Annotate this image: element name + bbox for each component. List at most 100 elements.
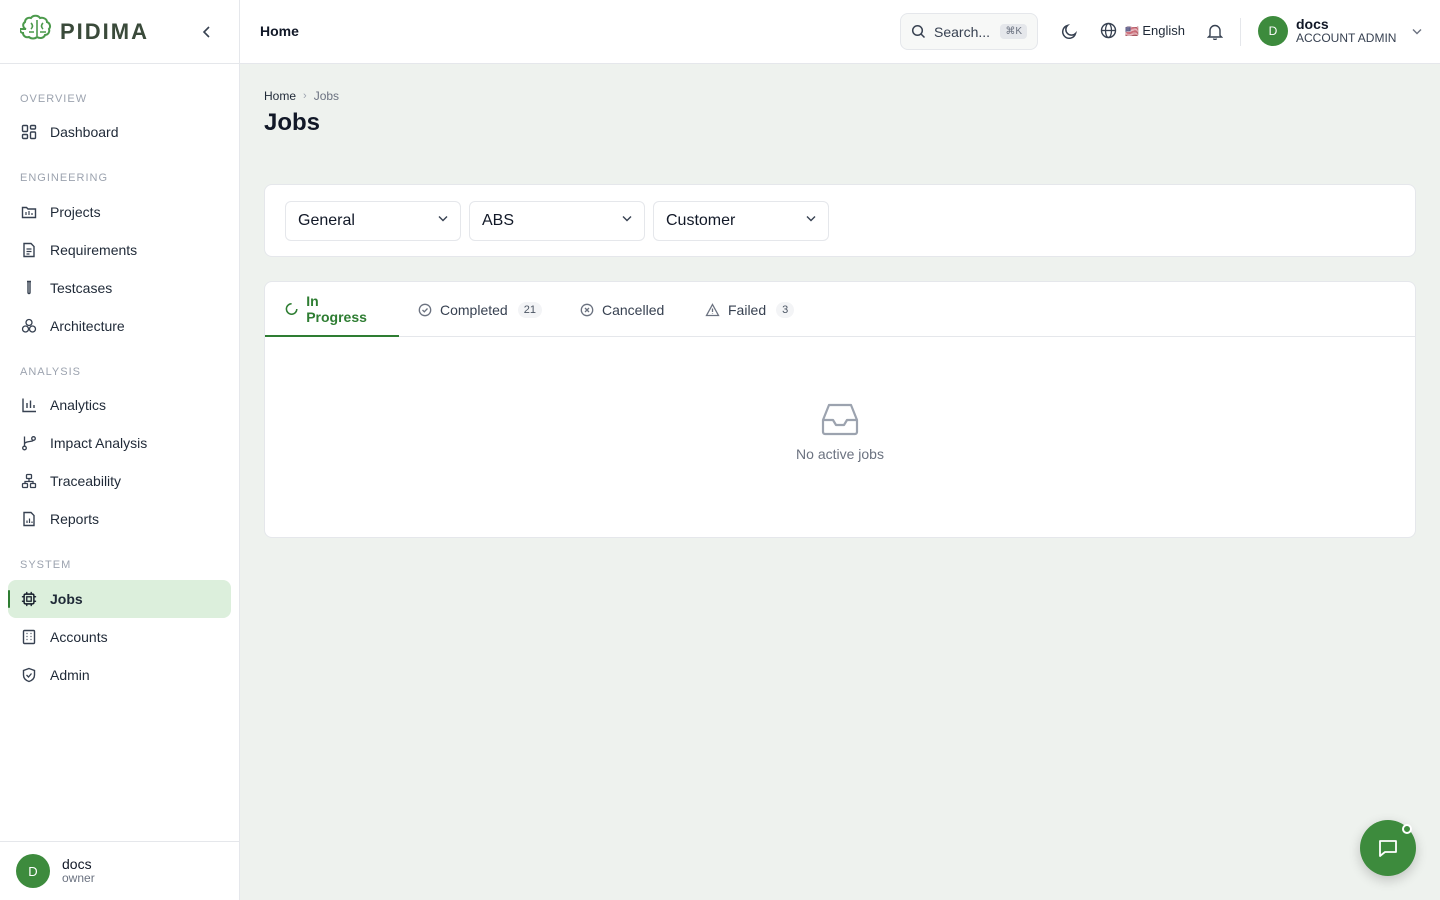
tab-completed[interactable]: Completed 21: [418, 282, 542, 337]
sidebar-item-label: Requirements: [50, 242, 138, 258]
sidebar-item-label: Dashboard: [50, 124, 119, 140]
chevron-down-icon: [438, 216, 448, 222]
sidebar-item-traceability[interactable]: Traceability: [8, 462, 231, 500]
section-system: SYSTEM: [20, 559, 72, 571]
completed-count-badge: 21: [517, 301, 542, 318]
sidebar-item-label: Analytics: [50, 397, 107, 413]
sidebar-item-projects[interactable]: Projects: [8, 193, 231, 231]
sidebar-item-requirements[interactable]: Requirements: [8, 231, 231, 269]
git-branch-icon: [21, 435, 37, 451]
check-circle-icon: [418, 303, 432, 316]
search-icon: [911, 24, 926, 39]
sidebar-user-name: docs: [62, 855, 92, 872]
select-value: Customer: [666, 212, 736, 229]
sidebar-item-architecture[interactable]: Architecture: [8, 307, 231, 345]
notifications-button[interactable]: [1206, 22, 1224, 40]
sidebar-item-accounts[interactable]: Accounts: [8, 618, 231, 656]
scope-select[interactable]: Customer: [653, 201, 829, 241]
inbox-icon: [265, 402, 1415, 436]
cpu-icon: [21, 591, 37, 607]
chevron-down-icon: [1412, 28, 1422, 34]
top-bar: Home Search... ⌘K 🇺🇸 English D docs ACCO…: [240, 0, 1440, 64]
sidebar: PIDIMA OVERVIEW Dashboard ENGINEERING Pr…: [0, 0, 240, 900]
tab-failed[interactable]: Failed 3: [705, 282, 795, 337]
brain-icon: [18, 14, 54, 49]
us-flag-icon: 🇺🇸: [1125, 26, 1139, 38]
bar-chart-icon: [21, 397, 37, 413]
sidebar-item-label: Traceability: [50, 473, 122, 489]
chat-status-dot: [1402, 824, 1412, 834]
building-icon: [21, 629, 37, 645]
language-selector[interactable]: 🇺🇸 English: [1100, 22, 1185, 39]
folder-icon: [21, 204, 37, 220]
grid-icon: [21, 124, 37, 140]
sidebar-item-analytics[interactable]: Analytics: [8, 386, 231, 424]
chat-button[interactable]: [1360, 820, 1416, 876]
sidebar-item-admin[interactable]: Admin: [8, 656, 231, 694]
logo-text: PIDIMA: [60, 18, 149, 44]
sidebar-header: PIDIMA: [0, 0, 239, 64]
avatar: D: [16, 854, 50, 888]
user-menu[interactable]: D docs ACCOUNT ADMIN: [1258, 16, 1422, 46]
category-select[interactable]: General: [285, 201, 461, 241]
breadcrumb: Home › Jobs: [264, 89, 339, 103]
empty-state-text: No active jobs: [796, 446, 884, 462]
section-analysis: ANALYSIS: [20, 366, 81, 378]
breadcrumb-home[interactable]: Home: [264, 89, 296, 103]
sidebar-item-label: Reports: [50, 511, 100, 527]
sidebar-item-label: Projects: [50, 204, 101, 220]
network-icon: [21, 473, 37, 489]
tab-label: Cancelled: [602, 301, 665, 318]
spinner-icon: [285, 302, 298, 315]
chevron-left-icon: [202, 26, 210, 38]
search-button[interactable]: Search... ⌘K: [900, 13, 1038, 50]
tab-label: Failed: [728, 301, 767, 318]
jobs-card: In Progress Completed 21 Cancelled Faile…: [264, 281, 1416, 538]
logo[interactable]: PIDIMA: [18, 14, 149, 49]
section-overview: OVERVIEW: [20, 93, 88, 105]
breadcrumb-current: Jobs: [313, 89, 340, 103]
collapse-sidebar-button[interactable]: [197, 22, 217, 42]
sidebar-item-label: Testcases: [50, 280, 113, 296]
sidebar-item-label: Jobs: [50, 591, 83, 607]
search-placeholder: Search...: [934, 23, 991, 40]
warning-icon: [705, 302, 720, 316]
sidebar-item-impact-analysis[interactable]: Impact Analysis: [8, 424, 231, 462]
sidebar-item-dashboard[interactable]: Dashboard: [8, 113, 231, 151]
page-title: Jobs: [264, 109, 321, 136]
header-divider: [1240, 18, 1241, 46]
components-icon: [21, 318, 37, 334]
message-icon: [1379, 840, 1397, 857]
sidebar-user[interactable]: D docs owner: [0, 841, 239, 900]
tab-in-progress[interactable]: In Progress: [265, 282, 399, 337]
sidebar-item-label: Architecture: [50, 318, 125, 334]
search-shortcut: ⌘K: [1000, 24, 1027, 39]
language-label: English: [1142, 23, 1185, 38]
empty-state: No active jobs: [265, 402, 1415, 462]
user-role: ACCOUNT ADMIN: [1296, 31, 1397, 46]
sidebar-item-jobs[interactable]: Jobs: [8, 580, 231, 618]
sidebar-item-label: Accounts: [50, 629, 108, 645]
moon-icon: [1061, 23, 1077, 39]
test-tube-icon: [21, 280, 37, 296]
sidebar-user-role: owner: [62, 871, 95, 886]
select-value: General: [298, 212, 355, 229]
sidebar-item-reports[interactable]: Reports: [8, 500, 231, 538]
select-value: ABS: [482, 212, 515, 229]
chevron-down-icon: [622, 216, 632, 222]
tab-label: Completed: [440, 301, 508, 318]
sidebar-item-label: Impact Analysis: [50, 435, 148, 451]
document-icon: [21, 242, 37, 258]
filter-card: General ABS Customer: [264, 184, 1416, 257]
chevron-down-icon: [806, 216, 816, 222]
breadcrumb-separator-icon: ›: [303, 90, 307, 102]
report-icon: [21, 511, 37, 527]
project-select[interactable]: ABS: [469, 201, 645, 241]
sidebar-item-testcases[interactable]: Testcases: [8, 269, 231, 307]
failed-count-badge: 3: [776, 301, 795, 318]
tab-cancelled[interactable]: Cancelled: [580, 282, 664, 337]
user-name: docs: [1296, 16, 1329, 33]
sidebar-item-label: Admin: [50, 667, 90, 683]
theme-toggle-button[interactable]: [1060, 22, 1078, 40]
bell-icon: [1207, 24, 1223, 40]
